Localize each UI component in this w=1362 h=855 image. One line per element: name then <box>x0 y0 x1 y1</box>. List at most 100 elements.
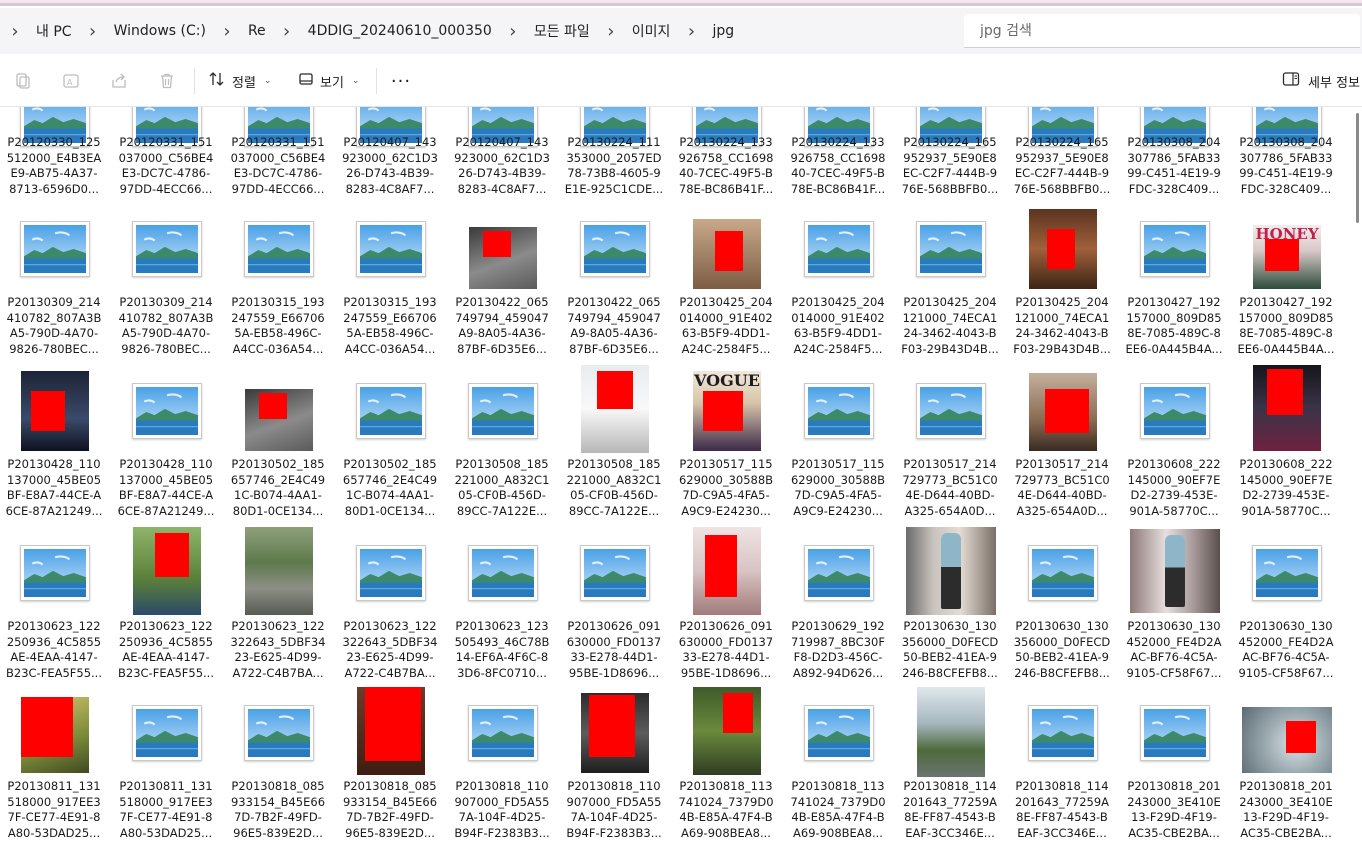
file-name-line: EAF-3CC346E... <box>905 825 995 840</box>
chevron-right-icon[interactable]: › <box>676 21 706 42</box>
file-thumbnail[interactable] <box>350 685 430 785</box>
photo-thumbnail <box>357 687 425 775</box>
file-thumbnail[interactable] <box>126 685 206 785</box>
view-button[interactable]: 보기 ⌄ <box>298 68 359 94</box>
file-name-line: 7A-104F-4D25- <box>458 810 546 824</box>
photo-thumbnail <box>21 697 89 773</box>
file-thumbnail[interactable] <box>14 685 94 785</box>
file-thumbnail[interactable] <box>798 685 878 785</box>
file-item[interactable]: P20130818_085 933154_B45E66 7D-7B2F-49FD- 9… <box>224 107 332 855</box>
file-name: P20130818_113 741024_7379D0 4B-E85A-47F4-B… <box>784 779 892 841</box>
file-item[interactable]: P20130818_114 201643_77259A 8E-FF87-4543-B… <box>1008 107 1116 855</box>
breadcrumb-label: Re <box>247 23 266 39</box>
chevron-right-icon[interactable]: › <box>0 21 30 42</box>
redaction-box <box>365 687 421 761</box>
file-item[interactable]: P20130818_085 933154_B45E66 7D-7B2F-49FD- 9… <box>336 107 444 855</box>
file-item[interactable]: P20130818_201 243000_3E410E 13-F29D-4F19- A… <box>1120 107 1228 855</box>
sort-button[interactable]: 정렬 ⌄ <box>208 68 271 94</box>
file-thumbnail[interactable] <box>574 685 654 785</box>
svg-text:A: A <box>67 78 73 87</box>
breadcrumb-item[interactable]: › 4DDIG_20240610_000350 <box>272 14 498 48</box>
details-pane-label: 세부 정보 <box>1308 75 1360 91</box>
file-name-line: 7F-CE77-4E91-8 <box>7 810 101 824</box>
file-name-line: P20130818_201 <box>1239 779 1333 793</box>
delete-icon[interactable] <box>156 70 178 92</box>
toolbar-divider <box>376 68 377 94</box>
chevron-right-icon[interactable]: › <box>596 21 626 42</box>
scrollbar-thumb[interactable] <box>1356 113 1359 223</box>
toolbar-divider <box>194 68 195 94</box>
file-name-line: P20130818_085 <box>231 779 325 793</box>
file-name-line: 933154_B45E66 <box>230 794 326 809</box>
file-thumbnail[interactable] <box>910 685 990 785</box>
default-image-icon <box>244 705 314 761</box>
breadcrumb-item[interactable]: › 이미지 <box>596 14 677 48</box>
breadcrumb-item[interactable]: › 내 PC <box>0 14 78 48</box>
search-input[interactable] <box>978 21 1360 40</box>
file-thumbnail[interactable] <box>1242 685 1332 785</box>
file-name: P20130818_085 933154_B45E66 7D-7B2F-49FD- 9… <box>336 779 444 841</box>
photo-thumbnail <box>1242 707 1332 773</box>
rename-icon[interactable]: A <box>60 70 82 92</box>
file-name-line: P20130818_113 <box>679 779 773 793</box>
file-item[interactable]: P20130818_201 243000_3E410E 13-F29D-4F19- A… <box>1232 107 1340 855</box>
file-name: P20130818_114 201643_77259A 8E-FF87-4543-B… <box>896 779 1004 841</box>
details-pane-button[interactable]: 세부 정보 <box>1282 68 1360 94</box>
file-name-line: B94F-F2383B3... <box>454 825 550 840</box>
file-thumbnail[interactable] <box>1134 685 1214 785</box>
default-image-icon <box>1028 705 1098 761</box>
file-item[interactable]: P20130818_113 741024_7379D0 4B-E85A-47F4-B… <box>672 107 780 855</box>
file-name: P20130811_131 518000_917EE3 7F-CE77-4E91-8… <box>112 779 220 841</box>
file-item[interactable]: P20130818_110 907000_FD5A55 7A-104F-4D25- B… <box>448 107 556 855</box>
file-name-line: 518000_917EE3 <box>7 794 101 809</box>
file-thumbnail[interactable] <box>1022 685 1102 785</box>
file-name-line: P20130811_131 <box>119 779 213 793</box>
breadcrumb-item[interactable]: › 모든 파일 <box>498 14 596 48</box>
breadcrumb-item[interactable]: › Windows (C:) <box>78 14 212 48</box>
file-item[interactable]: P20130811_131 518000_917EE3 7F-CE77-4E91-8… <box>0 107 108 855</box>
file-name-line: 907000_FD5A55 <box>454 794 550 809</box>
more-options-button[interactable]: ··· <box>388 68 414 94</box>
file-name-line: 4B-E85A-47F4-B <box>791 810 885 824</box>
breadcrumb-label: 내 PC <box>36 24 72 40</box>
chevron-right-icon[interactable]: › <box>498 21 528 42</box>
file-name: P20130818_085 933154_B45E66 7D-7B2F-49FD- 9… <box>224 779 332 841</box>
file-item[interactable]: P20130811_131 518000_917EE3 7F-CE77-4E91-8… <box>112 107 220 855</box>
file-name-line: 7D-7B2F-49FD- <box>234 810 322 824</box>
breadcrumb-label: jpg <box>712 23 735 39</box>
redaction-box <box>589 695 635 757</box>
file-name-line: P20130818_110 <box>455 779 549 793</box>
share-icon[interactable] <box>108 70 130 92</box>
file-thumbnail[interactable] <box>686 685 766 785</box>
photo-thumbnail <box>581 693 649 773</box>
file-name: P20130818_110 907000_FD5A55 7A-104F-4D25- B… <box>448 779 556 841</box>
photo-thumbnail <box>917 687 985 777</box>
search-box[interactable] <box>964 14 1360 48</box>
vertical-scrollbar[interactable] <box>1354 107 1362 855</box>
chevron-right-icon[interactable]: › <box>272 21 302 42</box>
file-name-line: P20130811_131 <box>7 779 101 793</box>
file-name: P20130818_201 243000_3E410E 13-F29D-4F19- A… <box>1232 779 1340 841</box>
file-thumbnail[interactable] <box>238 685 318 785</box>
file-name-line: EAF-3CC346E... <box>1017 825 1107 840</box>
copy-icon[interactable] <box>12 70 34 92</box>
file-name-line: 7D-7B2F-49FD- <box>346 810 434 824</box>
file-item[interactable]: P20130818_113 741024_7379D0 4B-E85A-47F4-B… <box>784 107 892 855</box>
chevron-right-icon[interactable]: › <box>78 21 108 42</box>
redaction-box <box>21 697 73 757</box>
file-name-line: 8E-FF87-4543-B <box>1016 810 1108 824</box>
breadcrumb-label: 4DDIG_20240610_000350 <box>307 23 492 39</box>
file-item[interactable]: P20130818_114 201643_77259A 8E-FF87-4543-B… <box>896 107 1004 855</box>
address-bar[interactable]: › 내 PC › Windows (C:) › Re › 4DDIG_20240610_000… <box>0 14 958 48</box>
file-item[interactable]: P20130818_110 907000_FD5A55 7A-104F-4D25- B… <box>560 107 668 855</box>
chevron-right-icon[interactable]: › <box>212 21 242 42</box>
file-name: P20130818_201 243000_3E410E 13-F29D-4F19- A… <box>1120 779 1228 841</box>
file-name-line: 7A-104F-4D25- <box>570 810 658 824</box>
breadcrumb-item[interactable]: › Re <box>212 14 272 48</box>
breadcrumb-label: Windows (C:) <box>113 23 206 39</box>
breadcrumb-item[interactable]: › jpg <box>676 14 740 48</box>
file-name-line: A80-53DAD25... <box>7 825 101 840</box>
file-name-line: P20130818_085 <box>343 779 437 793</box>
file-thumbnail[interactable] <box>462 685 542 785</box>
file-name-line: AC35-CBE2BA... <box>1128 825 1220 840</box>
